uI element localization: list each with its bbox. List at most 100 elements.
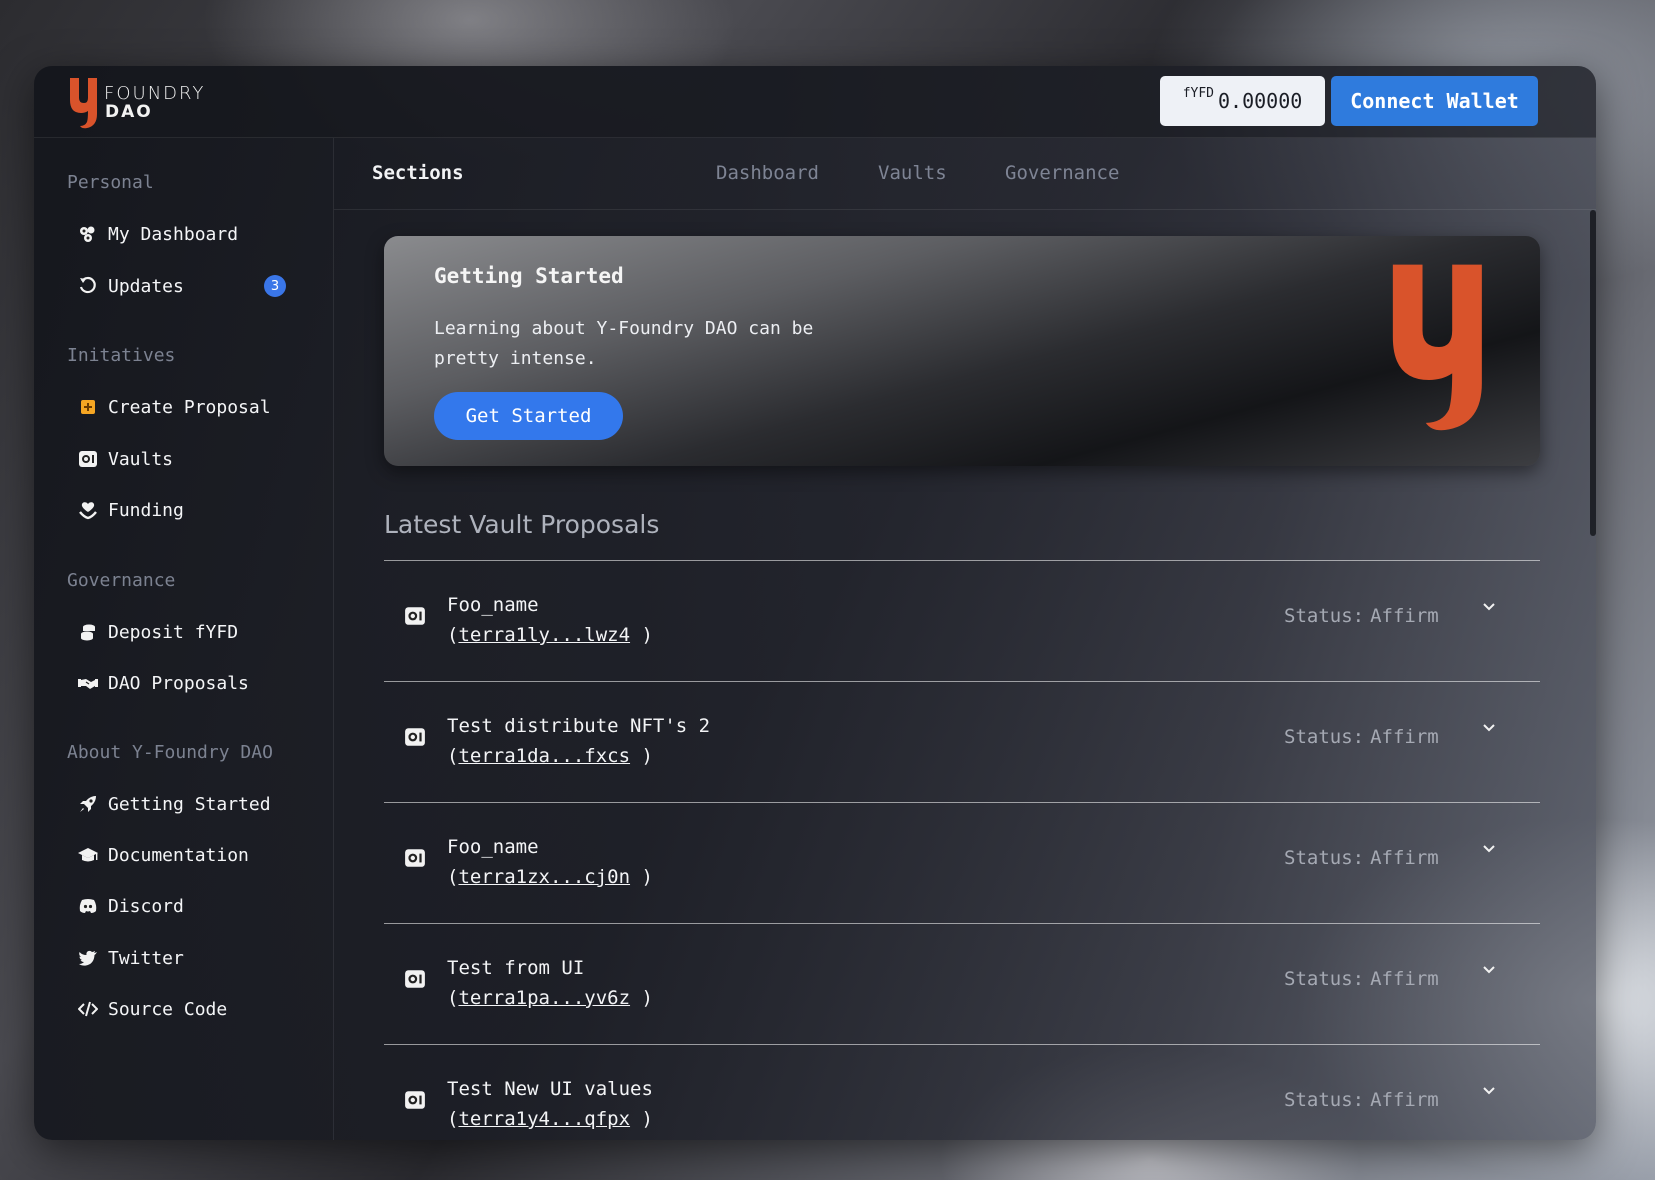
proposal-address-line: (terra1pa...yv6z ) — [447, 987, 653, 1009]
y-logo-icon — [1392, 264, 1482, 431]
logo[interactable]: FOUNDRY DAO — [68, 76, 205, 130]
history-icon — [78, 276, 98, 296]
proposal-address-line: (terra1y4...qfpx ) — [447, 1108, 653, 1130]
proposal-address-link[interactable]: terra1ly...lwz4 — [458, 624, 630, 646]
sidebar-item-my-dashboard[interactable]: My Dashboard — [78, 219, 238, 249]
balance-amount: 0.00000 — [1218, 89, 1303, 113]
proposal-row[interactable]: Test from UI (terra1pa...yv6z ) Status: A… — [384, 923, 1540, 1044]
updates-count-badge: 3 — [264, 275, 286, 297]
status-value: Affirm — [1370, 1089, 1439, 1111]
scrollbar[interactable] — [1590, 210, 1596, 1140]
connect-wallet-button[interactable]: Connect Wallet — [1331, 76, 1538, 126]
status-value: Affirm — [1370, 605, 1439, 627]
sidebar-item-updates[interactable]: Updates — [78, 271, 184, 301]
top-bar: FOUNDRY DAO fYFD 0.00000 Connect Wallet — [34, 66, 1596, 138]
sidebar-item-label: My Dashboard — [108, 223, 239, 245]
logo-text-foundry: FOUNDRY — [104, 83, 206, 104]
proposal-name: Test New UI values — [447, 1078, 653, 1100]
chevron-down-icon[interactable] — [1481, 962, 1497, 978]
proposal-address-link[interactable]: terra1pa...yv6z — [458, 987, 630, 1009]
proposal-row[interactable]: Test distribute NFT's 2 (terra1da...fxcs… — [384, 681, 1540, 802]
proposal-name: Foo_name — [447, 836, 539, 858]
plus-square-icon — [78, 397, 98, 417]
sidebar-item-twitter[interactable]: Twitter — [78, 943, 184, 973]
proposal-row[interactable]: Test New UI values (terra1y4...qfpx ) St… — [384, 1044, 1540, 1140]
sidebar-item-getting-started[interactable]: Getting Started — [78, 789, 271, 819]
vault-icon — [405, 849, 425, 867]
sidebar-item-label: Funding — [108, 499, 184, 521]
status-label: Status: — [1284, 605, 1365, 627]
get-started-button[interactable]: Get Started — [434, 392, 623, 440]
proposal-status: Status: Affirm — [1284, 1089, 1439, 1111]
scrollbar-thumb[interactable] — [1590, 210, 1596, 536]
proposal-row[interactable]: Foo_name (terra1ly...lwz4 ) Status: Affir… — [384, 560, 1540, 681]
proposal-status: Status: Affirm — [1284, 726, 1439, 748]
sidebar-item-label: Twitter — [108, 947, 184, 969]
sidebar-item-discord[interactable]: Discord — [78, 891, 184, 921]
vault-icon — [405, 1091, 425, 1109]
sections-title: Sections — [372, 162, 464, 184]
vault-icon — [405, 607, 425, 625]
sidebar-group-initiatives: Initatives — [67, 345, 176, 366]
hand-holding-heart-icon — [78, 500, 98, 520]
sidebar-item-dao-proposals[interactable]: DAO Proposals — [78, 668, 249, 698]
sidebar-item-source-code[interactable]: Source Code — [78, 994, 227, 1024]
balance-unit: fYFD — [1182, 86, 1214, 101]
sidebar-item-create-proposal[interactable]: Create Proposal — [78, 392, 271, 422]
status-label: Status: — [1284, 847, 1365, 869]
tab-vaults[interactable]: Vaults — [878, 162, 947, 184]
sidebar-item-label: Create Proposal — [108, 396, 271, 418]
sidebar-group-personal: Personal — [67, 172, 154, 193]
proposal-name: Test distribute NFT's 2 — [447, 715, 711, 737]
sidebar: Personal My Dashboard Updates 3 Initativ… — [34, 138, 334, 1140]
sidebar-item-label: Source Code — [108, 998, 228, 1020]
vault-icon — [78, 449, 98, 469]
sidebar-item-label: Updates — [108, 275, 184, 297]
chevron-down-icon[interactable] — [1481, 599, 1497, 615]
proposal-row[interactable]: Foo_name (terra1zx...cj0n ) Status: Affir… — [384, 802, 1540, 923]
sidebar-item-label: Discord — [108, 895, 184, 917]
graduation-cap-icon — [78, 845, 98, 865]
dashboard-icon — [78, 224, 98, 244]
tab-governance[interactable]: Governance — [1005, 162, 1119, 184]
chevron-down-icon[interactable] — [1481, 841, 1497, 857]
chevron-down-icon[interactable] — [1481, 1083, 1497, 1099]
latest-vault-proposals-heading: Latest Vault Proposals — [384, 510, 660, 539]
coins-icon — [78, 622, 98, 642]
proposal-address-line: (terra1zx...cj0n ) — [447, 866, 653, 888]
sidebar-item-vaults[interactable]: Vaults — [78, 444, 173, 474]
sections-bar: Sections Dashboard Vaults Governance — [334, 138, 1596, 210]
proposal-address-line: (terra1da...fxcs ) — [447, 745, 653, 767]
proposal-name: Test from UI — [447, 957, 585, 979]
hero-text: Learning about Y-Foundry DAO can be pret… — [434, 318, 814, 369]
proposal-address-link[interactable]: terra1zx...cj0n — [458, 866, 630, 888]
sidebar-item-label: Getting Started — [108, 793, 271, 815]
sidebar-item-label: Vaults — [108, 448, 174, 470]
sidebar-item-funding[interactable]: Funding — [78, 495, 184, 525]
main-content: Getting Started Learning about Y-Foundry… — [334, 210, 1596, 1140]
discord-icon — [78, 896, 98, 916]
proposal-status: Status: Affirm — [1284, 605, 1439, 627]
proposal-status: Status: Affirm — [1284, 968, 1439, 990]
rocket-icon — [78, 794, 98, 814]
proposal-address-link[interactable]: terra1y4...qfpx — [458, 1108, 630, 1130]
status-label: Status: — [1284, 1089, 1365, 1111]
twitter-icon — [78, 948, 98, 968]
sidebar-item-label: DAO Proposals — [108, 672, 249, 694]
status-label: Status: — [1284, 726, 1365, 748]
status-value: Affirm — [1370, 968, 1439, 990]
sidebar-group-about: About Y-Foundry DAO — [67, 742, 273, 763]
balance-display: fYFD 0.00000 — [1160, 76, 1325, 126]
proposal-address-link[interactable]: terra1da...fxcs — [458, 745, 630, 767]
getting-started-card: Getting Started Learning about Y-Foundry… — [384, 236, 1540, 466]
chevron-down-icon[interactable] — [1481, 720, 1497, 736]
hero-title: Getting Started — [434, 264, 624, 288]
status-label: Status: — [1284, 968, 1365, 990]
sidebar-item-documentation[interactable]: Documentation — [78, 840, 249, 870]
sidebar-item-label: Deposit fYFD — [108, 621, 239, 643]
logo-text-dao: DAO — [105, 102, 153, 122]
sidebar-item-label: Documentation — [108, 844, 249, 866]
tab-dashboard[interactable]: Dashboard — [716, 162, 819, 184]
sidebar-item-deposit-fyfd[interactable]: Deposit fYFD — [78, 617, 238, 647]
status-value: Affirm — [1370, 726, 1439, 748]
